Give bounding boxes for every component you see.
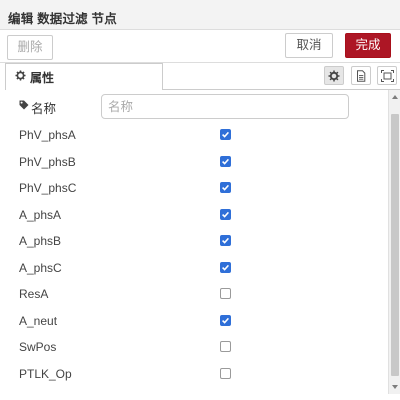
- tab-properties[interactable]: 属性: [5, 63, 163, 90]
- field-row: PhV_phsA: [0, 123, 388, 150]
- check-icon: [222, 158, 229, 165]
- field-label: PTLK_Op: [19, 366, 72, 381]
- scroll-down-arrow[interactable]: [392, 385, 398, 389]
- field-row: A_neut: [0, 309, 388, 336]
- field-row: SwPos: [0, 335, 388, 362]
- check-icon: [222, 211, 229, 218]
- cancel-button[interactable]: 取消: [285, 33, 333, 58]
- field-row: PhV_phsC: [0, 176, 388, 203]
- delete-button[interactable]: 删除: [7, 35, 53, 60]
- field-label: SwPos: [19, 340, 57, 354]
- field-row: A_phsA: [0, 203, 388, 230]
- field-row: A_phsB: [0, 229, 388, 256]
- name-input[interactable]: [101, 94, 349, 119]
- field-checkbox[interactable]: [220, 367, 231, 379]
- gear-icon: [328, 70, 340, 82]
- field-row: A_phsC: [0, 256, 388, 283]
- tag-icon: [19, 100, 29, 110]
- name-label: 名称: [31, 102, 57, 116]
- field-label: A_neut: [19, 313, 58, 328]
- description-tab-button[interactable]: [351, 66, 371, 85]
- field-checkbox[interactable]: [220, 208, 231, 220]
- field-label: PhV_phsB: [19, 154, 76, 169]
- field-checkbox[interactable]: [220, 261, 231, 273]
- field-checkbox[interactable]: [220, 341, 231, 352]
- field-row: PTLK_Op: [0, 362, 388, 389]
- field-label: PhV_phsA: [19, 128, 76, 142]
- field-checkbox[interactable]: [220, 129, 231, 140]
- gear-icon: [15, 70, 26, 81]
- tab-properties-label: 属性: [30, 71, 55, 85]
- field-label: A_phsA: [19, 207, 62, 222]
- done-button[interactable]: 完成: [345, 33, 391, 58]
- expand-icon: [381, 70, 394, 82]
- check-icon: [222, 237, 229, 244]
- document-icon: [357, 70, 366, 82]
- dialog-title: 编辑 数据过滤 节点: [8, 12, 117, 26]
- field-list: PhV_phsA PhV_phsB PhV_phsC A_phsA A_phsB A_ph…: [0, 123, 388, 388]
- settings-tab-button[interactable]: [324, 66, 344, 85]
- check-icon: [222, 131, 229, 138]
- panel-scrollbar[interactable]: [388, 90, 400, 394]
- field-checkbox[interactable]: [220, 314, 231, 326]
- properties-panel: 名称 PhV_phsA PhV_phsB PhV_phsC A_phsA A_phsB A…: [0, 90, 388, 394]
- field-checkbox[interactable]: [220, 288, 231, 299]
- field-checkbox[interactable]: [220, 235, 231, 246]
- field-label: ResA: [19, 287, 49, 301]
- field-label: A_phsC: [19, 260, 62, 275]
- name-row: 名称: [0, 90, 388, 122]
- field-checkbox[interactable]: [220, 182, 231, 193]
- check-icon: [222, 317, 229, 324]
- field-label: A_phsB: [19, 234, 62, 248]
- scroll-up-arrow[interactable]: [392, 95, 398, 99]
- field-label: PhV_phsC: [19, 181, 77, 195]
- check-icon: [222, 184, 229, 191]
- field-checkbox[interactable]: [220, 155, 231, 167]
- check-icon: [222, 264, 229, 271]
- scroll-thumb[interactable]: [391, 114, 399, 376]
- appearance-tab-button[interactable]: [377, 66, 397, 85]
- field-row: ResA: [0, 282, 388, 309]
- dialog-header: 编辑 数据过滤 节点: [0, 0, 400, 30]
- field-row: PhV_phsB: [0, 150, 388, 177]
